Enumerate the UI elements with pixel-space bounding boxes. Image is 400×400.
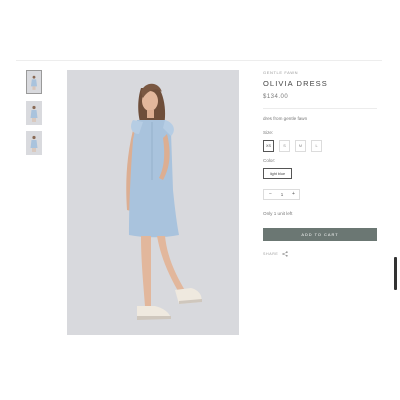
size-label: Size:: [263, 130, 274, 135]
header-divider: [16, 60, 382, 61]
thumbnail-3[interactable]: [26, 131, 42, 155]
info-divider: [263, 108, 377, 109]
size-option-xs[interactable]: XS: [263, 140, 274, 152]
color-option-light-blue[interactable]: light blue: [263, 168, 292, 179]
add-to-cart-button[interactable]: ADD TO CART: [263, 228, 377, 241]
quantity-decrease-button[interactable]: −: [266, 190, 275, 199]
stock-status: Only 1 unit left: [263, 211, 293, 216]
quantity-stepper: − 1 +: [263, 189, 300, 200]
share-link[interactable]: SHARE: [263, 251, 289, 257]
size-option-m[interactable]: M: [295, 140, 306, 152]
color-label: Color:: [263, 158, 276, 163]
model-illustration: [67, 70, 239, 335]
quantity-increase-button[interactable]: +: [289, 190, 298, 199]
share-label: SHARE: [263, 252, 279, 256]
product-price: $134.00: [263, 94, 289, 100]
brand-name[interactable]: GENTLE FAWN: [263, 70, 298, 75]
quantity-value[interactable]: 1: [277, 190, 287, 199]
product-description: dres from gentle fawn: [263, 116, 308, 121]
product-title: OLIVIA DRESS: [263, 79, 328, 88]
size-option-l[interactable]: L: [311, 140, 322, 152]
size-option-s[interactable]: S: [279, 140, 290, 152]
main-product-image[interactable]: [67, 70, 239, 335]
thumbnail-2[interactable]: [26, 101, 42, 125]
thumbnail-1[interactable]: [26, 70, 42, 94]
share-icon[interactable]: [282, 251, 289, 257]
page-scrollbar[interactable]: [394, 257, 397, 290]
